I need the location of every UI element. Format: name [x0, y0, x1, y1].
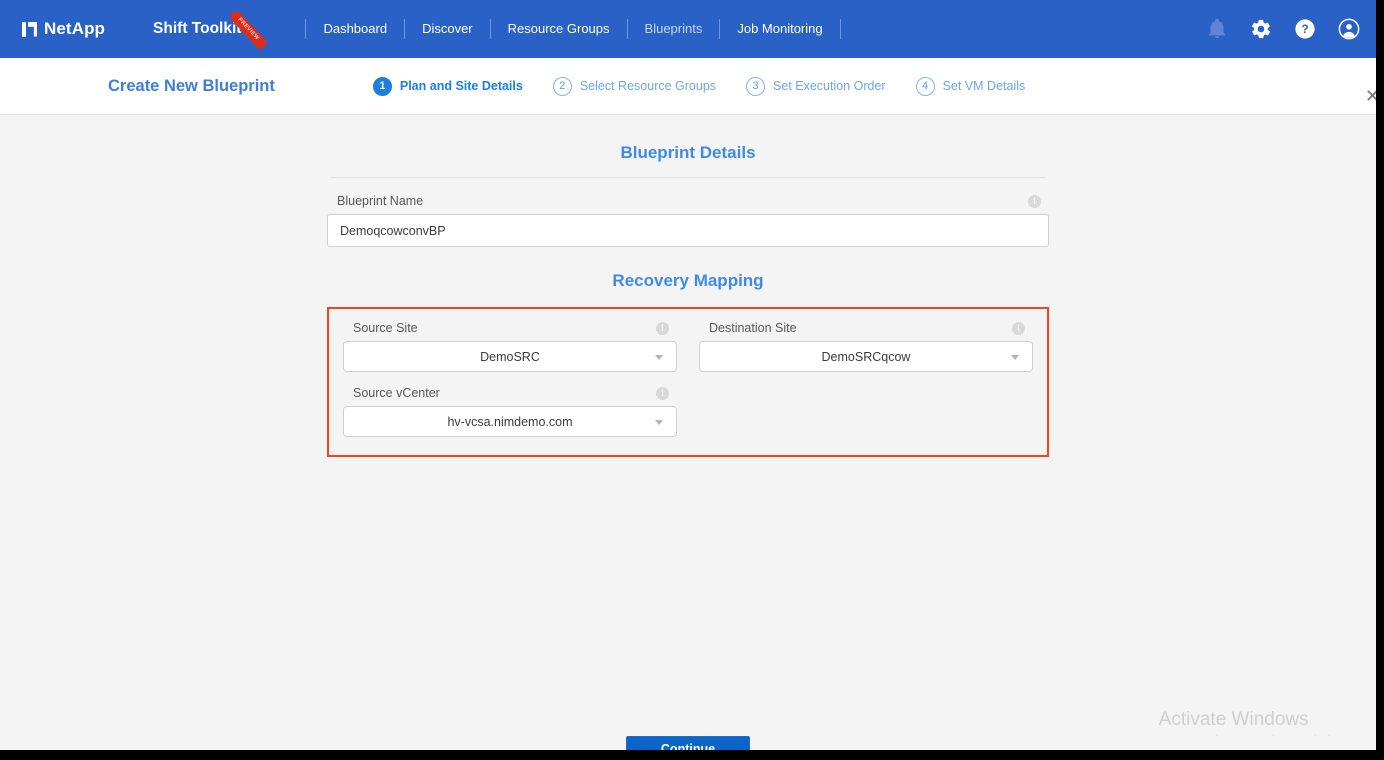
product-name: Shift Toolkit PREVIEW	[153, 12, 271, 51]
row-spacer	[343, 372, 1033, 386]
nav-item-job-monitoring[interactable]: Job Monitoring	[720, 0, 839, 58]
nav-item-dashboard[interactable]: Dashboard	[306, 0, 404, 58]
wizard-step-select-resource-groups[interactable]: 2 Select Resource Groups	[552, 76, 717, 96]
info-icon[interactable]: i	[1028, 194, 1041, 208]
chevron-down-icon	[1011, 354, 1019, 360]
wizard-step-set-vm-details[interactable]: 4 Set VM Details	[915, 76, 1026, 96]
source-vcenter-value: hv-vcsa.nimdemo.com	[447, 414, 573, 429]
step-number: 4	[915, 76, 935, 96]
top-navigation-bar: NetApp Shift Toolkit PREVIEW Dashboard D…	[0, 0, 1376, 58]
source-site-label: Source Site	[353, 321, 418, 335]
site-mapping-row: Source Site i DemoSRC Destination Site i	[343, 321, 1033, 372]
nav-divider	[839, 19, 841, 39]
step-label: Set VM Details	[942, 79, 1026, 93]
chevron-down-icon	[655, 419, 663, 425]
step-number: 1	[372, 76, 392, 96]
blueprint-name-label-row: Blueprint Name i	[327, 194, 1049, 214]
destination-site-value: DemoSRCqcow	[821, 349, 911, 364]
blueprint-name-input[interactable]	[327, 214, 1049, 247]
wizard-header: Create New Blueprint 1 Plan and Site Det…	[0, 58, 1376, 115]
source-site-value: DemoSRC	[480, 349, 540, 364]
step-number: 2	[552, 76, 572, 96]
continue-button[interactable]: Continue	[626, 736, 750, 750]
destination-site-label: Destination Site	[709, 321, 797, 335]
destination-site-select[interactable]: DemoSRCqcow	[699, 341, 1033, 372]
watermark-title: Activate Windows	[1158, 709, 1309, 730]
step-label: Select Resource Groups	[579, 79, 717, 93]
nav-item-discover[interactable]: Discover	[405, 0, 490, 58]
product-name-label: Shift Toolkit	[153, 20, 242, 37]
info-icon[interactable]: i	[656, 386, 669, 400]
main-content: Blueprint Details Blueprint Name i Recov…	[0, 115, 1376, 750]
source-vcenter-select[interactable]: hv-vcsa.nimdemo.com	[343, 406, 677, 437]
vcenter-mapping-row: Source vCenter i hv-vcsa.nimdemo.com	[343, 386, 1033, 437]
page-title: Create New Blueprint	[108, 76, 275, 95]
gear-icon[interactable]	[1250, 18, 1272, 40]
empty-cell	[699, 386, 1033, 437]
blueprint-form: Blueprint Details Blueprint Name i Recov…	[327, 115, 1049, 457]
footer-bar: Continue	[0, 736, 1376, 750]
chevron-down-icon	[655, 354, 663, 360]
section-divider	[330, 177, 1046, 178]
user-avatar-icon[interactable]	[1338, 18, 1360, 40]
destination-site-label-row: Destination Site i	[699, 321, 1033, 341]
source-site-label-row: Source Site i	[343, 321, 677, 341]
source-site-field: Source Site i DemoSRC	[343, 321, 677, 372]
wizard-step-plan-and-site-details[interactable]: 1 Plan and Site Details	[372, 76, 523, 96]
top-bar-actions: ?	[1206, 0, 1360, 58]
close-icon[interactable]: ✕	[1365, 87, 1376, 105]
main-nav: Dashboard Discover Resource Groups Bluep…	[305, 0, 841, 58]
wizard-step-set-execution-order[interactable]: 3 Set Execution Order	[746, 76, 886, 96]
nav-item-resource-groups[interactable]: Resource Groups	[491, 0, 627, 58]
source-vcenter-label-row: Source vCenter i	[343, 386, 677, 406]
nav-item-blueprints[interactable]: Blueprints	[628, 0, 720, 58]
source-site-select[interactable]: DemoSRC	[343, 341, 677, 372]
svg-text:?: ?	[1301, 22, 1308, 36]
info-icon[interactable]: i	[656, 321, 669, 335]
source-vcenter-label: Source vCenter	[353, 386, 440, 400]
help-circle-icon[interactable]: ?	[1294, 18, 1316, 40]
brand-name: NetApp	[44, 19, 106, 38]
step-number: 3	[746, 76, 766, 96]
netapp-logo[interactable]: NetApp	[22, 19, 105, 39]
destination-site-field: Destination Site i DemoSRCqcow	[699, 321, 1033, 372]
step-label: Plan and Site Details	[399, 79, 523, 93]
blueprint-name-label: Blueprint Name	[337, 194, 424, 208]
netapp-logo-icon	[22, 21, 37, 37]
recovery-mapping-heading: Recovery Mapping	[612, 271, 764, 290]
blueprint-details-heading: Blueprint Details	[620, 143, 756, 162]
application-window: NetApp Shift Toolkit PREVIEW Dashboard D…	[0, 0, 1376, 750]
step-label: Set Execution Order	[773, 79, 886, 93]
info-icon[interactable]: i	[1012, 321, 1025, 335]
bell-icon[interactable]	[1206, 18, 1228, 40]
wizard-steps: 1 Plan and Site Details 2 Select Resourc…	[372, 76, 1026, 96]
source-vcenter-field: Source vCenter i hv-vcsa.nimdemo.com	[343, 386, 677, 437]
recovery-mapping-highlight-box: Source Site i DemoSRC Destination Site i	[327, 307, 1049, 457]
